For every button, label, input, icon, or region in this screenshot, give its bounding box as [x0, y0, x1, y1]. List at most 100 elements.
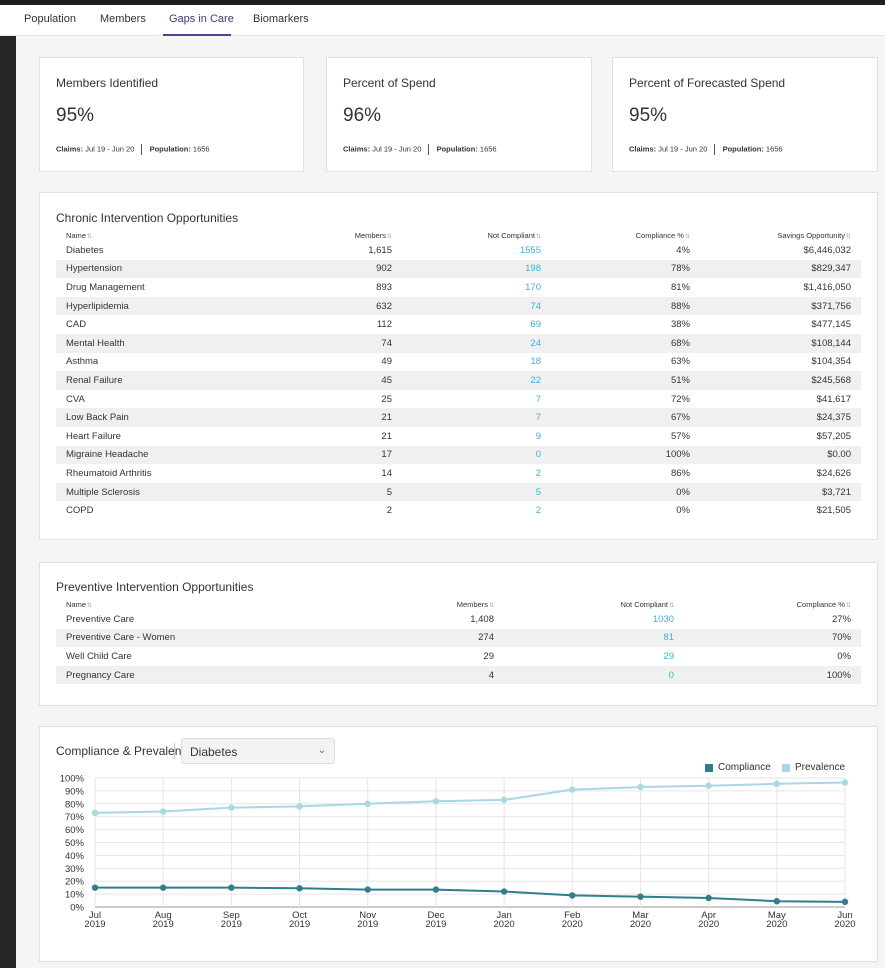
kpi-value: 95%: [56, 105, 95, 126]
table-row[interactable]: Migraine Headache 17 0 100% $0.00: [56, 445, 861, 465]
condition-select-value: Diabetes: [190, 745, 238, 759]
cell-not-compliant-link[interactable]: 18: [402, 353, 551, 372]
cell-not-compliant-link[interactable]: 81: [504, 628, 684, 648]
y-tick-label: 10%: [65, 890, 85, 901]
kpi-title: Percent of Spend: [343, 76, 436, 90]
cell-not-compliant-link[interactable]: 2: [402, 501, 551, 520]
column-header-name[interactable]: Name⇅: [56, 599, 358, 610]
cell-name: Preventive Care - Women: [56, 628, 358, 648]
cell-members: 45: [256, 371, 402, 390]
population-value: 1656: [765, 144, 783, 154]
y-tick-label: 60%: [65, 825, 85, 836]
x-tick-label: 2020: [494, 919, 515, 930]
table-row[interactable]: CAD 112 69 38% $477,145: [56, 315, 861, 334]
data-point-prevalence: [432, 798, 440, 805]
table-row[interactable]: Drug Management 893 170 81% $1,416,050: [56, 278, 861, 297]
tab-members[interactable]: Members: [100, 13, 146, 25]
kpi-meta: Claims: Jul 19 - Jun 20 Population: 1656: [56, 144, 210, 155]
sort-icon: ⇅: [386, 234, 392, 240]
cell-compliance: 86%: [670, 467, 690, 479]
tab-population[interactable]: Population: [24, 13, 76, 25]
table-row[interactable]: COPD 2 2 0% $21,505: [56, 501, 861, 520]
table-row[interactable]: Mental Health 74 24 68% $108,144: [56, 333, 861, 353]
cell-not-compliant-link[interactable]: 69: [402, 315, 551, 334]
table-row[interactable]: Diabetes 1,615 1555 4% $6,446,032: [56, 241, 861, 260]
cell-not-compliant-link[interactable]: 74: [402, 296, 551, 316]
table-row[interactable]: Heart Failure 21 9 57% $57,205: [56, 427, 861, 446]
cell-savings-opportunity: $108,144: [700, 333, 861, 353]
table-row[interactable]: Preventive Care - Women 274 81 70%: [56, 628, 861, 648]
column-header-members[interactable]: Members⇅: [256, 230, 402, 241]
cell-not-compliant-link[interactable]: 9: [402, 427, 551, 446]
cell-not-compliant-link[interactable]: 198: [402, 259, 551, 279]
cell-name: Multiple Sclerosis: [56, 482, 256, 502]
table-row[interactable]: Preventive Care 1,408 1030 27%: [56, 610, 861, 629]
data-point-prevalence: [500, 796, 508, 804]
sort-icon: ⇅: [87, 603, 93, 609]
column-header-compliance[interactable]: Compliance %⇅: [684, 599, 861, 610]
cell-compliance: 57%: [670, 430, 690, 442]
table-row[interactable]: Well Child Care 29 29 0%: [56, 647, 861, 666]
kpi-title: Percent of Forecasted Spend: [629, 76, 786, 90]
cell-members: 274: [358, 628, 504, 648]
divider: [714, 144, 716, 155]
claims-label: Claims:: [56, 144, 84, 154]
table-row[interactable]: Rheumatoid Arthritis 14 2 86% $24,626: [56, 464, 861, 483]
x-tick-label: 2020: [630, 919, 651, 930]
cell-not-compliant-link[interactable]: 0: [402, 445, 551, 465]
cell-not-compliant-link[interactable]: 5: [402, 482, 551, 502]
column-header-members[interactable]: Members⇅: [358, 599, 504, 610]
table-row[interactable]: Hypertension 902 198 78% $829,347: [56, 259, 861, 279]
data-point-prevalence: [296, 803, 303, 810]
tab-gaps-in-care[interactable]: Gaps in Care: [169, 13, 234, 25]
table-row[interactable]: Hyperlipidemia 632 74 88% $371,756: [56, 296, 861, 316]
series-line-compliance: [95, 886, 846, 903]
column-header-savings-opportunity[interactable]: Savings Opportunity⇅: [700, 230, 861, 241]
table-row[interactable]: Asthma 49 18 63% $104,354: [56, 353, 861, 372]
cell-not-compliant-link[interactable]: 7: [402, 408, 551, 427]
y-tick-label: 90%: [65, 786, 85, 797]
cell-not-compliant-link[interactable]: 170: [402, 278, 551, 297]
cell-not-compliant-link[interactable]: 2: [402, 464, 551, 483]
table-row[interactable]: Low Back Pain 21 7 67% $24,375: [56, 408, 861, 427]
cell-name: Hypertension: [56, 259, 256, 279]
y-tick-label: 50%: [65, 838, 85, 849]
tab-biomarkers[interactable]: Biomarkers: [253, 13, 309, 25]
cell-compliance: 100%: [684, 665, 861, 685]
data-point-compliance: [228, 884, 235, 891]
cell-members: 5: [256, 482, 402, 502]
cell-name: Rheumatoid Arthritis: [66, 467, 152, 479]
legend-swatch-compliance: [705, 763, 713, 772]
data-point-compliance: [296, 885, 303, 892]
table-row[interactable]: Renal Failure 45 22 51% $245,568: [56, 371, 861, 390]
data-point-prevalence: [637, 783, 644, 791]
data-point-prevalence: [773, 780, 781, 788]
column-header-not-compliant[interactable]: Not Compliant⇅: [402, 230, 551, 241]
cell-not-compliant-link[interactable]: 7: [402, 390, 551, 409]
y-tick-label: 40%: [65, 851, 85, 862]
cell-not-compliant-link[interactable]: 1030: [504, 610, 684, 629]
cell-not-compliant-link[interactable]: 0: [504, 665, 684, 685]
population-label: Population:: [722, 144, 764, 154]
data-point-compliance: [569, 892, 576, 899]
cell-not-compliant-link[interactable]: 1555: [402, 241, 551, 260]
data-point-compliance: [500, 888, 508, 895]
condition-select[interactable]: Diabetes ⌄: [181, 738, 335, 764]
cell-not-compliant-link[interactable]: 29: [504, 647, 684, 666]
table-row[interactable]: Pregnancy Care 4 0 100%: [56, 665, 861, 685]
data-point-compliance: [705, 894, 712, 902]
population-label: Population:: [149, 144, 191, 154]
table-row[interactable]: CVA 25 7 72% $41,617: [56, 390, 861, 409]
x-tick-label: 2019: [221, 919, 242, 930]
cell-compliance: 27%: [831, 613, 851, 625]
cell-not-compliant-link[interactable]: 22: [402, 371, 551, 390]
table-row[interactable]: Multiple Sclerosis 5 5 0% $3,721: [56, 482, 861, 502]
column-header-compliance[interactable]: Compliance %⇅: [551, 230, 700, 241]
divider: [141, 144, 143, 155]
column-header-not-compliant[interactable]: Not Compliant⇅: [504, 599, 684, 610]
cell-not-compliant-link[interactable]: 24: [402, 333, 551, 353]
column-header-name[interactable]: Name⇅: [56, 230, 256, 241]
data-point-prevalence: [841, 779, 849, 786]
preventive-table: Name⇅ Members⇅ Not Compliant⇅ Compliance…: [56, 599, 861, 685]
population-value: 1656: [192, 144, 210, 154]
